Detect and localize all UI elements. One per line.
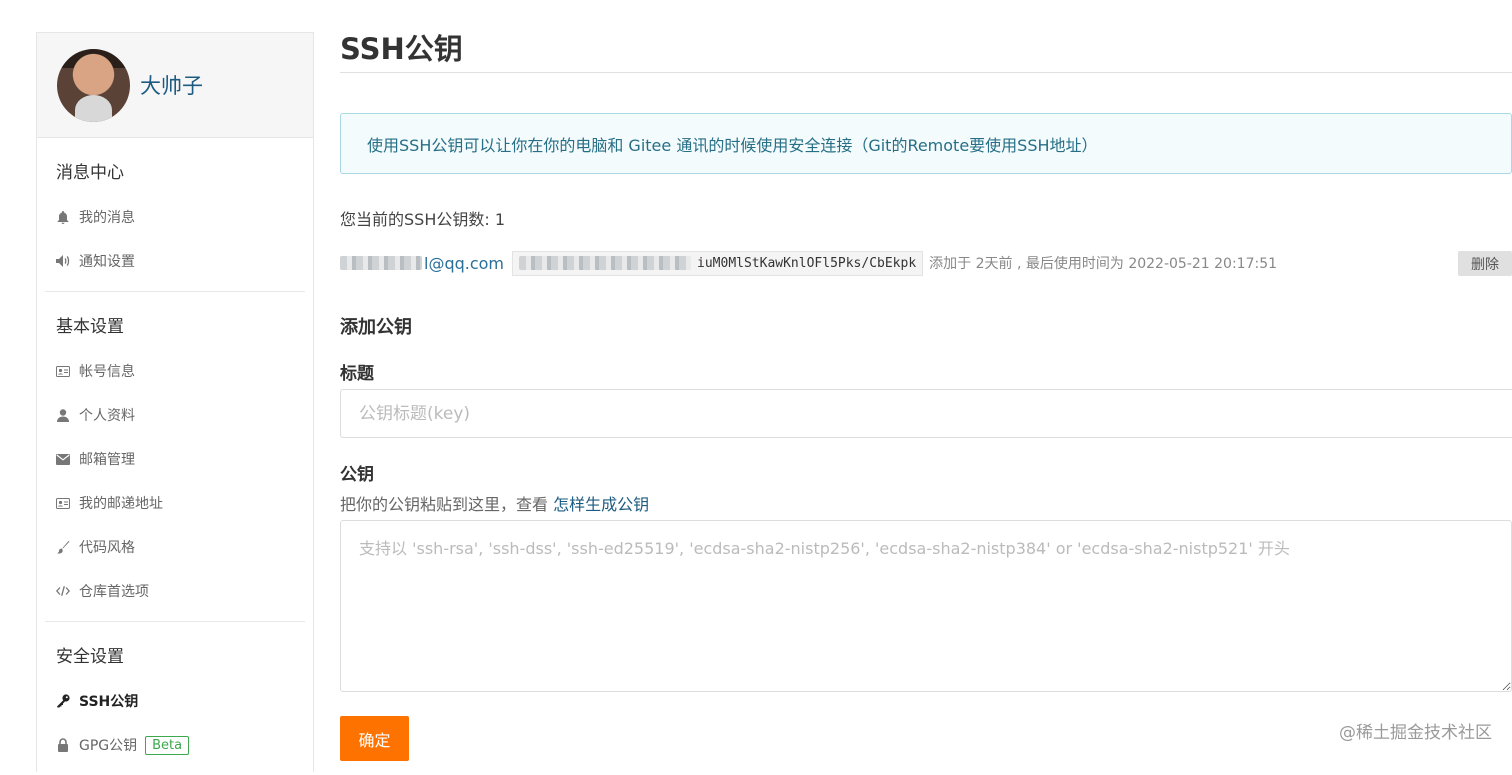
sidebar-item-label: 仓库首选项	[79, 584, 149, 600]
bell-icon	[56, 210, 70, 224]
sidebar-item-label: 通知设置	[79, 254, 135, 270]
speaker-icon	[56, 254, 70, 268]
add-key-title: 添加公钥	[340, 317, 412, 338]
settings-sidebar: 大帅子 消息中心 我的消息 通知设置 基本设置 帐号信息 个人资料 邮箱管理 我…	[36, 32, 314, 772]
avatar[interactable]	[57, 48, 130, 122]
info-alert: 使用SSH公钥可以让你在你的电脑和 Gitee 通讯的时候使用安全连接（Git的…	[340, 113, 1512, 174]
sidebar-item-label: GPG公钥	[79, 738, 138, 754]
delete-key-button[interactable]: 删除	[1458, 251, 1512, 276]
watermark: @稀土掘金技术社区	[1339, 723, 1492, 743]
title-label: 标题	[340, 364, 374, 384]
redacted-text	[340, 256, 422, 270]
beta-badge: Beta	[145, 735, 190, 755]
sidebar-item-label: SSH公钥	[79, 694, 139, 710]
sidebar-item-repo-preferences[interactable]: 仓库首选项	[45, 569, 305, 613]
key-hint-text: 把你的公钥粘贴到这里，查看	[340, 495, 549, 514]
group-title: 消息中心	[56, 163, 124, 183]
sidebar-item-label: 个人资料	[79, 408, 135, 424]
profile-header: 大帅子	[37, 33, 313, 138]
user-icon	[56, 408, 70, 422]
page-title: SSH公钥	[340, 30, 1512, 73]
sidebar-item-code-style[interactable]: 代码风格	[45, 525, 305, 569]
sidebar-item-label: 帐号信息	[79, 364, 135, 380]
sidebar-item-label: 我的邮递地址	[79, 496, 163, 512]
key-email-text: l@qq.com	[424, 253, 505, 273]
sidebar-item-label: 我的消息	[79, 210, 135, 226]
envelope-icon	[56, 452, 70, 466]
profile-name[interactable]: 大帅子	[140, 70, 203, 100]
key-count: 您当前的SSH公钥数: 1	[340, 210, 506, 229]
sidebar-item-email-management[interactable]: 邮箱管理	[45, 437, 305, 481]
group-title: 安全设置	[56, 647, 124, 667]
how-to-generate-key-link[interactable]: 怎样生成公钥	[553, 495, 649, 514]
sidebar-item-notification-settings[interactable]: 通知设置	[45, 239, 305, 283]
sidebar-group-messages: 消息中心 我的消息 通知设置	[45, 138, 305, 292]
main-content: SSH公钥 使用SSH公钥可以让你在你的电脑和 Gitee 通讯的时候使用安全连…	[340, 30, 1512, 761]
address-card-icon	[56, 496, 70, 510]
key-email: l@qq.com	[340, 254, 504, 273]
sidebar-item-label: 邮箱管理	[79, 452, 135, 468]
sidebar-item-account-info[interactable]: 帐号信息	[45, 349, 305, 393]
sidebar-item-profile[interactable]: 个人资料	[45, 393, 305, 437]
lock-icon	[56, 738, 70, 752]
brush-icon	[56, 540, 70, 554]
key-fingerprint-text: iuM0MlStKawKnlOFl5Pks/CbEkpk	[697, 255, 917, 271]
ssh-key-row: l@qq.com iuM0MlStKawKnlOFl5Pks/CbEkpk 添加…	[340, 248, 1512, 278]
key-icon	[56, 694, 70, 708]
sidebar-item-mailing-address[interactable]: 我的邮递地址	[45, 481, 305, 525]
code-icon	[56, 584, 70, 598]
sidebar-group-security: 安全设置 SSH公钥 GPG公钥 Beta	[45, 622, 305, 775]
key-label: 公钥	[340, 465, 374, 485]
submit-button[interactable]: 确定	[340, 716, 409, 761]
group-title: 基本设置	[56, 317, 124, 337]
sidebar-item-my-messages[interactable]: 我的消息	[45, 195, 305, 239]
sidebar-item-label: 代码风格	[79, 540, 135, 556]
key-hint: 把你的公钥粘贴到这里，查看 怎样生成公钥	[340, 491, 1512, 515]
id-card-icon	[56, 364, 70, 378]
public-key-textarea[interactable]	[340, 520, 1512, 692]
key-meta: 添加于 2天前 , 最后使用时间为 2022-05-21 20:17:51	[929, 256, 1278, 272]
sidebar-item-ssh-keys[interactable]: SSH公钥	[45, 679, 305, 723]
redacted-text	[519, 256, 692, 270]
key-fingerprint: iuM0MlStKawKnlOFl5Pks/CbEkpk	[512, 250, 924, 276]
sidebar-item-gpg-keys[interactable]: GPG公钥 Beta	[45, 723, 305, 767]
info-text: 使用SSH公钥可以让你在你的电脑和 Gitee 通讯的时候使用安全连接（Git的…	[367, 135, 1098, 155]
key-title-input[interactable]	[340, 389, 1512, 438]
sidebar-group-basic: 基本设置 帐号信息 个人资料 邮箱管理 我的邮递地址 代码风格 仓库首选项	[45, 292, 305, 622]
